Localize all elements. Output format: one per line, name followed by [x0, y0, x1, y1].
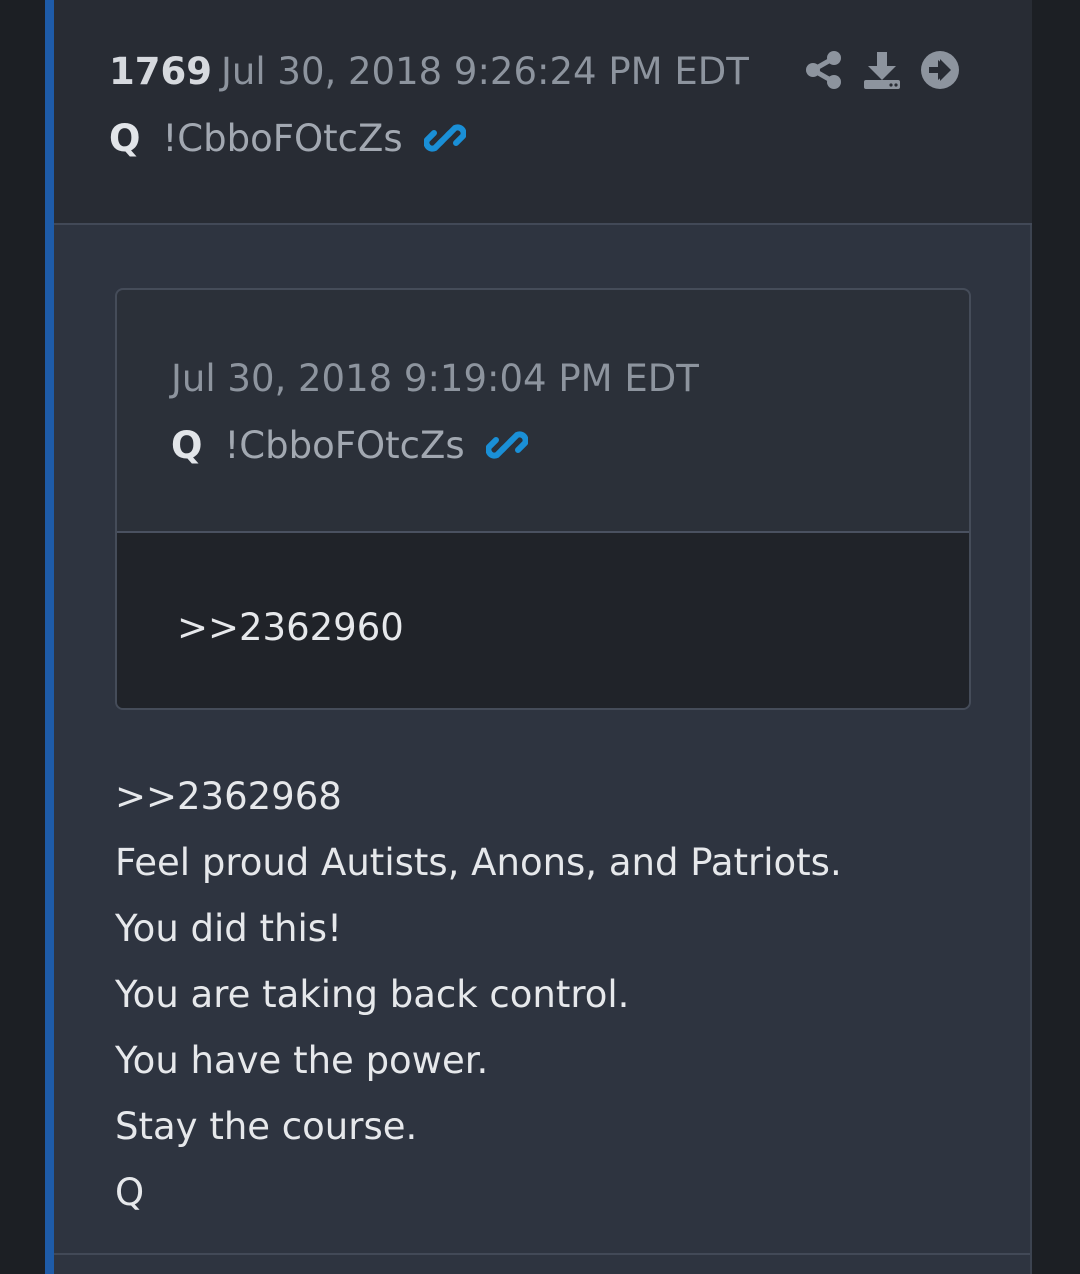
post-divider — [54, 1253, 1030, 1255]
go-to-icon[interactable] — [918, 48, 962, 92]
post-reply-reference[interactable]: >>2362968 — [115, 764, 975, 830]
post-body-line: You have the power. — [115, 1039, 489, 1082]
post-body: >>2362968 Feel proud Autists, Anons, and… — [115, 764, 975, 1226]
post-actions — [802, 48, 962, 92]
post-card: 1769 Jul 30, 2018 9:26:24 PM EDT Q !Cbbo… — [54, 0, 1032, 1274]
download-icon[interactable] — [860, 48, 904, 92]
author-tripcode: !CbboFOtcZs — [162, 116, 403, 160]
post-body-line: You did this! — [115, 907, 342, 950]
post-signature: Q — [115, 1171, 145, 1214]
link-icon[interactable] — [485, 423, 529, 467]
post-accent-bar — [45, 0, 54, 1274]
screen: 1769 Jul 30, 2018 9:26:24 PM EDT Q !Cbbo… — [0, 0, 1080, 1274]
share-icon[interactable] — [802, 48, 846, 92]
post-body-line: Stay the course. — [115, 1105, 418, 1148]
author-name: Q — [109, 116, 141, 160]
post-body-line: You are taking back control. — [115, 973, 630, 1016]
link-icon[interactable] — [423, 116, 467, 160]
post-timestamp: Jul 30, 2018 9:26:24 PM EDT — [221, 50, 749, 93]
post-author-row: Q !CbboFOtcZs — [109, 114, 467, 162]
quoted-post-timestamp: Jul 30, 2018 9:19:04 PM EDT — [171, 357, 699, 400]
quoted-author-row: Q !CbboFOtcZs — [171, 421, 529, 469]
quoted-author-tripcode: !CbboFOtcZs — [224, 423, 465, 467]
quoted-author-name: Q — [171, 423, 203, 467]
quoted-post-card[interactable]: Jul 30, 2018 9:19:04 PM EDT Q !CbboFOtcZ… — [115, 288, 971, 710]
post-body-line: Feel proud Autists, Anons, and Patriots. — [115, 841, 842, 884]
post-number[interactable]: 1769 — [109, 50, 212, 94]
quoted-post-reference[interactable]: >>2362960 — [177, 606, 404, 650]
quoted-post-header: Jul 30, 2018 9:19:04 PM EDT Q !CbboFOtcZ… — [117, 290, 969, 533]
post-header: 1769 Jul 30, 2018 9:26:24 PM EDT Q !Cbbo… — [54, 0, 1032, 225]
